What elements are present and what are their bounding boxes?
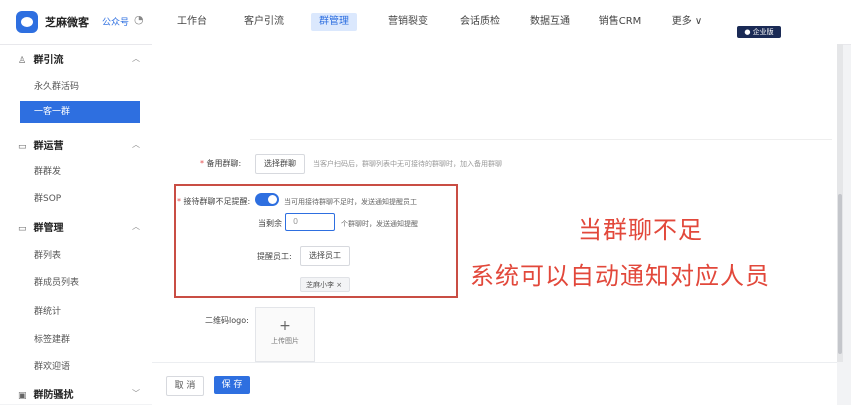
chevron-up-icon[interactable]: ︿ (132, 139, 140, 150)
select-group-button[interactable]: 选择群聊 (255, 154, 305, 174)
plus-icon: + (279, 318, 291, 334)
sidebar-group-anti-harassment[interactable]: ▣ 群防骚扰 (18, 386, 73, 401)
remain-count-input[interactable]: 0 (285, 213, 335, 231)
insufficient-reminder-toggle[interactable] (255, 193, 279, 206)
annotation-line-1: 当群聊不足 (578, 216, 703, 244)
save-button[interactable]: 保 存 (214, 376, 250, 394)
sidebar-item-group-welcome[interactable]: 群欢迎语 (34, 359, 70, 372)
nav-tab-customer-acquisition[interactable]: 客户引流 (234, 0, 294, 44)
notify-staff-label: 提醒员工: (257, 252, 292, 261)
form-footer: 取 消 保 存 (152, 362, 837, 405)
sidebar-item-group-stats[interactable]: 群统计 (34, 304, 61, 317)
scrollbar[interactable] (837, 44, 843, 362)
sidebar-group-group-management[interactable]: ▭ 群管理 (18, 219, 63, 234)
nav-tab-workbench[interactable]: 工作台 (168, 0, 216, 44)
qrcode-logo-label: 二维码logo: (205, 316, 249, 325)
divider (250, 139, 832, 140)
toggle-description: 当可用接待群聊不足时，发送通知提醒员工 (284, 198, 417, 206)
insufficient-reminder-label: * 接待群聊不足提醒: (177, 197, 251, 206)
shield-icon: ▣ (18, 391, 27, 401)
nav-tab-marketing-fission[interactable]: 营销裂变 (378, 0, 438, 44)
staff-tag[interactable]: 芝麻小李 × (300, 277, 350, 292)
nav-tab-sales-crm[interactable]: 销售CRM (590, 0, 650, 44)
backup-group-label: * 备用群聊: (200, 159, 242, 168)
chat-icon: ▭ (18, 142, 27, 152)
remain-prefix: 当剩余 (258, 219, 282, 228)
upload-image-label: 上传图片 (271, 337, 299, 345)
nav-tab-group-management[interactable]: 群管理 (306, 0, 362, 44)
sidebar: ♙ 群引流 ︿ 永久群活码 一客一群 ▭ 群运营 ︿ 群群发 群SOP ▭ 群管… (0, 45, 152, 404)
nav-tab-data-sync[interactable]: 数据互通 (520, 0, 580, 44)
nav-tab-more[interactable]: 更多 ∨ (662, 0, 712, 44)
enterprise-badge: ● 企业版 (737, 26, 781, 38)
brand-logo-icon[interactable] (16, 11, 38, 33)
theme-toggle-icon[interactable]: ◔ (134, 13, 144, 26)
upload-image-button[interactable]: + 上传图片 (255, 307, 315, 362)
sidebar-item-tag-group[interactable]: 标签建群 (34, 332, 70, 345)
sidebar-item-group-broadcast[interactable]: 群群发 (34, 164, 61, 177)
cancel-button[interactable]: 取 消 (166, 376, 204, 396)
account-type-link[interactable]: 公众号 (102, 15, 129, 28)
sidebar-item-group-list[interactable]: 群列表 (34, 248, 61, 261)
select-staff-button[interactable]: 选择员工 (300, 246, 350, 266)
brand-name: 芝麻微客 (45, 16, 89, 29)
sidebar-group-group-acquisition[interactable]: ♙ 群引流 (18, 51, 63, 66)
sidebar-item-one-customer-one-group[interactable]: 一客一群 (20, 101, 140, 123)
chat-icon: ▭ (18, 224, 27, 234)
remain-suffix: 个群聊时，发送通知提醒 (341, 220, 418, 228)
sidebar-group-group-operations[interactable]: ▭ 群运营 (18, 137, 63, 152)
scrollbar-thumb[interactable] (838, 194, 842, 354)
chevron-up-icon[interactable]: ︿ (132, 53, 140, 64)
chevron-down-icon[interactable]: ﹀ (132, 388, 140, 399)
chevron-up-icon[interactable]: ︿ (132, 221, 140, 232)
sidebar-item-permanent-qrcode[interactable]: 永久群活码 (34, 79, 79, 92)
user-icon: ♙ (18, 56, 27, 66)
nav-tab-session-qa[interactable]: 会话质检 (450, 0, 510, 44)
sidebar-item-group-member-list[interactable]: 群成员列表 (34, 275, 79, 288)
top-navigation-bar: 芝麻微客 公众号 ◔ 工作台 客户引流 群管理 营销裂变 会话质检 数据互通 销… (0, 0, 851, 45)
annotation-line-2: 系统可以自动通知对应人员 (470, 262, 770, 290)
backup-group-hint: 当客户扫码后，群聊列表中无可接待的群聊时，加入备用群聊 (313, 160, 502, 168)
sidebar-item-group-sop[interactable]: 群SOP (34, 191, 61, 204)
